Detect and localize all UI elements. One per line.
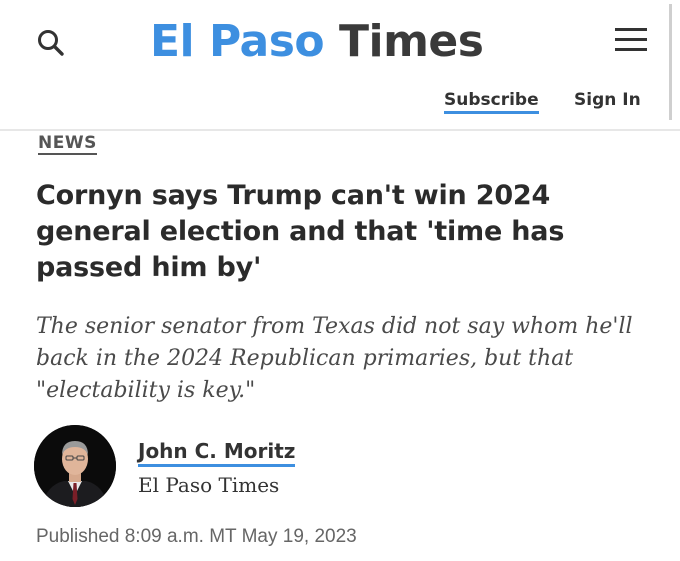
logo-city: El Paso (150, 16, 325, 67)
header-divider (0, 129, 680, 131)
sign-in-link[interactable]: Sign In (574, 90, 641, 110)
article-subheadline: The senior senator from Texas did not sa… (36, 314, 633, 403)
author-link[interactable]: John C. Moritz (138, 439, 296, 467)
search-button[interactable] (32, 24, 72, 64)
site-header: El Paso Times Subscribe Sign In (0, 0, 680, 130)
logo-times: Times (338, 16, 484, 67)
scrollbar[interactable] (669, 4, 672, 120)
article-page: El Paso Times Subscribe Sign In NEWS Cor… (0, 0, 680, 561)
search-icon (38, 30, 64, 56)
menu-button[interactable] (612, 22, 652, 56)
article-headline: Cornyn says Trump can't win 2024 general… (36, 180, 565, 283)
subscribe-link[interactable]: Subscribe (444, 90, 539, 114)
publication-name: El Paso Times (138, 473, 280, 497)
section-label[interactable]: NEWS (38, 133, 97, 155)
site-logo[interactable]: El Paso Times (150, 12, 484, 72)
author-avatar[interactable] (34, 425, 116, 507)
published-timestamp: Published 8:09 a.m. MT May 19, 2023 (36, 526, 357, 547)
